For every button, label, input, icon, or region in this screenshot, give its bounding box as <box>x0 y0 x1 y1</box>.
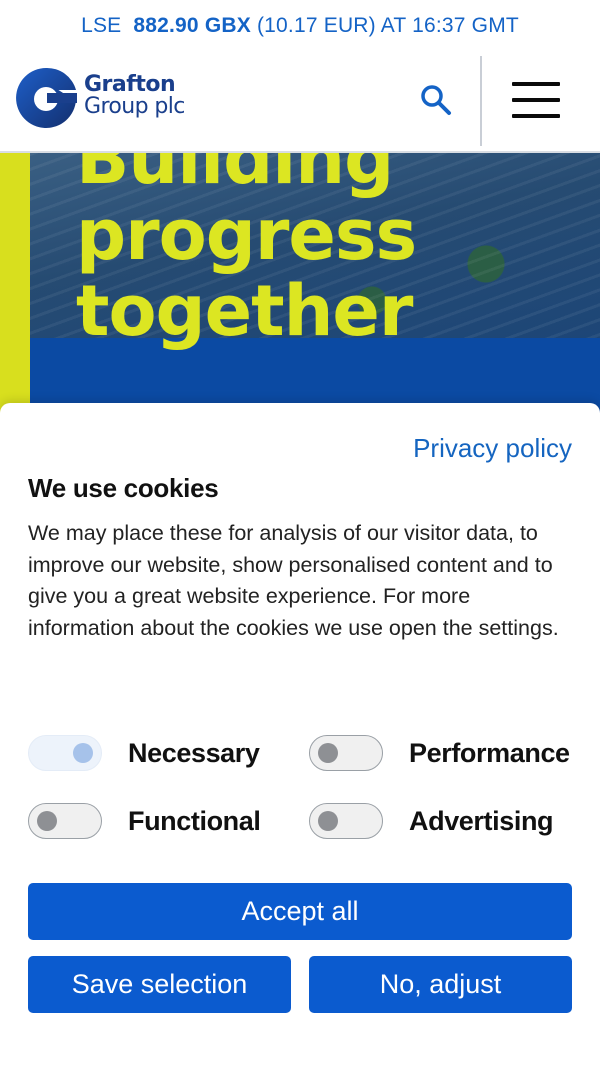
ticker-exchange: LSE <box>81 14 122 37</box>
advertising-toggle[interactable] <box>309 803 383 839</box>
hero-title-line-1: progress <box>76 194 417 276</box>
cookie-consent-dialog: Privacy policy We use cookies We may pla… <box>0 403 600 1065</box>
no-adjust-button[interactable]: No, adjust <box>309 956 572 1013</box>
necessary-toggle[interactable] <box>28 735 102 771</box>
option-advertising: Advertising <box>309 801 554 841</box>
advertising-label: Advertising <box>409 805 554 836</box>
hero-title-line-0: Building <box>76 153 394 200</box>
share-price-ticker: LSE 882.90 GBX (10.17 EUR) AT 16:37 GMT <box>0 0 600 52</box>
option-performance: Performance <box>309 733 570 773</box>
grafton-logo-icon[interactable] <box>14 66 78 130</box>
accept-all-button[interactable]: Accept all <box>28 883 572 940</box>
privacy-policy-link[interactable]: Privacy policy <box>413 433 572 464</box>
functional-toggle[interactable] <box>28 803 102 839</box>
hero-accent-bar <box>0 153 30 413</box>
search-icon[interactable] <box>418 82 454 118</box>
ticker-price: 882.90 GBX <box>133 14 251 37</box>
hero-title: Building progress together <box>76 153 417 352</box>
option-necessary: Necessary <box>28 733 260 773</box>
save-selection-button[interactable]: Save selection <box>28 956 291 1013</box>
cookie-description: We may place these for analysis of our v… <box>28 521 559 640</box>
performance-toggle[interactable] <box>309 735 383 771</box>
functional-label: Functional <box>128 805 261 836</box>
hero-banner: Building progress together <box>0 153 600 413</box>
cookie-title: We use cookies <box>28 473 219 503</box>
performance-label: Performance <box>409 737 570 768</box>
ticker-eur: (10.17 EUR) AT 16:37 GMT <box>256 14 519 37</box>
necessary-label: Necessary <box>128 737 260 768</box>
hamburger-menu-icon[interactable] <box>512 78 562 118</box>
option-functional: Functional <box>28 801 261 841</box>
logo-line-1: Grafton <box>84 72 176 97</box>
logo-line-2: Group plc <box>84 94 185 119</box>
header-divider <box>480 56 482 146</box>
logo-wordmark[interactable]: Grafton Group plc <box>84 74 185 118</box>
site-header: Grafton Group plc <box>0 52 600 153</box>
hero-title-line-2: together <box>76 270 413 352</box>
